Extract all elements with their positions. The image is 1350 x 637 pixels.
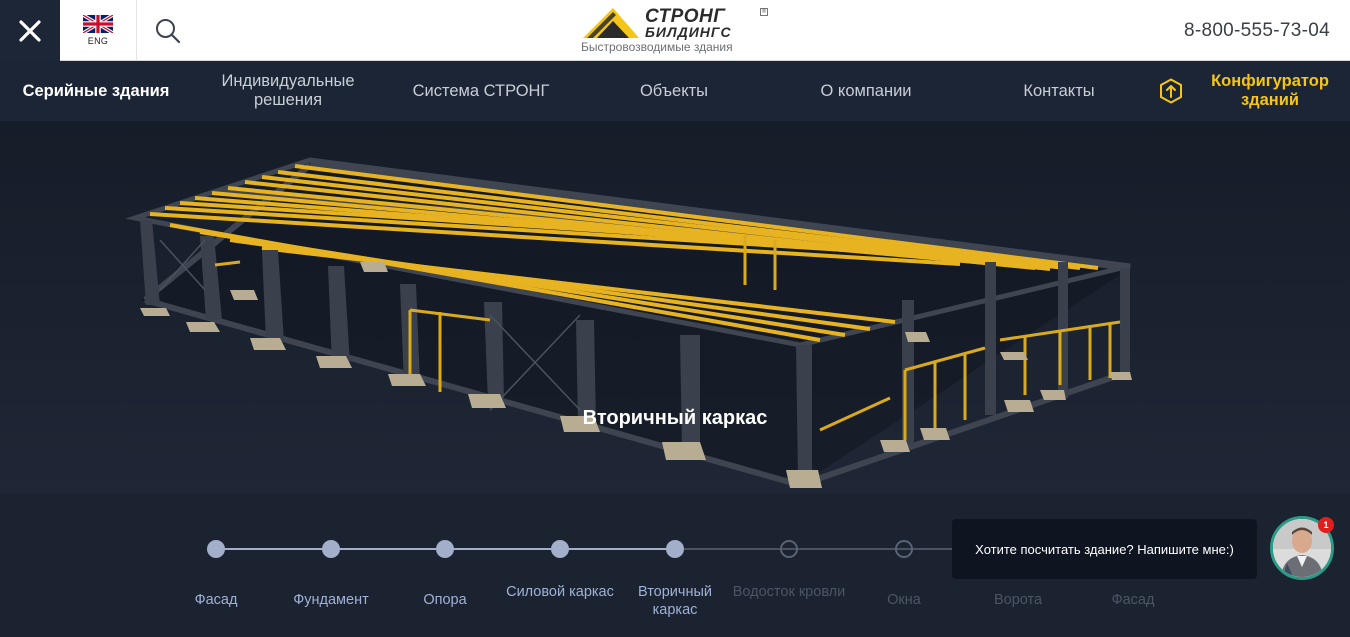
logo-mark-icon (583, 8, 639, 38)
page: ENG СТРОНГ БИЛДИНГС ® Быстровозводимые з… (0, 0, 1350, 637)
step-label-gates[interactable]: Ворота (958, 591, 1078, 609)
step-label-foundation[interactable]: Фундамент (271, 591, 391, 609)
nav-item-individual-solutions[interactable]: Индивидуальные решения (200, 61, 376, 121)
close-icon (19, 19, 41, 42)
search-button[interactable] (137, 0, 199, 61)
registered-mark-icon: ® (760, 8, 768, 16)
close-button[interactable] (0, 0, 60, 61)
main-nav: Серийные здания Индивидуальные решения С… (0, 61, 1350, 121)
search-icon (156, 18, 181, 43)
chat-prompt-bubble[interactable]: Хотите посчитать здание? Напишите мне:) (952, 519, 1257, 579)
logo-tagline: Быстровозводимые здания (581, 40, 733, 54)
nav-item-objects[interactable]: Объекты (604, 61, 744, 121)
uk-flag-icon (83, 15, 113, 33)
step-dot-support[interactable] (436, 540, 454, 558)
top-bar: ENG СТРОНГ БИЛДИНГС ® Быстровозводимые з… (0, 0, 1350, 61)
step-dot-foundation[interactable] (322, 540, 340, 558)
nav-item-about[interactable]: О компании (796, 61, 936, 121)
step-label-support[interactable]: Опора (385, 591, 505, 609)
language-code: ENG (87, 36, 109, 46)
step-dot-power-frame[interactable] (551, 540, 569, 558)
chat-unread-badge: 1 (1318, 517, 1334, 533)
building-frame-illustration (0, 121, 1350, 493)
step-dot-windows[interactable] (895, 540, 913, 558)
step-dot-facade[interactable] (207, 540, 225, 558)
step-label-facade-final[interactable]: Фасад (1073, 591, 1193, 609)
configurator-icon[interactable] (1159, 78, 1183, 104)
phone-number[interactable]: 8-800-555-73-04 (1184, 20, 1330, 42)
company-logo[interactable]: СТРОНГ БИЛДИНГС ® Быстровозводимые здани… (581, 6, 771, 56)
step-label-power-frame[interactable]: Силовой каркас (500, 583, 620, 601)
step-label-secondary-frame[interactable]: Вторичный каркас (615, 583, 735, 619)
nav-item-contacts[interactable]: Контакты (994, 61, 1124, 121)
step-label-roof-drainage[interactable]: Водосток кровли (729, 583, 849, 601)
nav-item-configurator[interactable]: Конфигуратор зданий (1198, 61, 1342, 121)
nav-item-serial-buildings[interactable]: Серийные здания (8, 61, 184, 121)
language-switch[interactable]: ENG (60, 0, 137, 61)
step-dot-roof-drainage[interactable] (780, 540, 798, 558)
chat-prompt-text: Хотите посчитать здание? Напишите мне:) (975, 541, 1234, 557)
logo-text-line2: БИЛДИНГС (645, 24, 732, 40)
step-label-windows[interactable]: Окна (844, 591, 964, 609)
step-label-facade[interactable]: Фасад (156, 591, 276, 609)
nav-item-strong-system[interactable]: Система СТРОНГ (396, 61, 566, 121)
step-dot-secondary-frame[interactable] (666, 540, 684, 558)
hero-caption: Вторичный каркас (582, 407, 768, 429)
hero-building-view: Вторичный каркас (0, 121, 1350, 493)
